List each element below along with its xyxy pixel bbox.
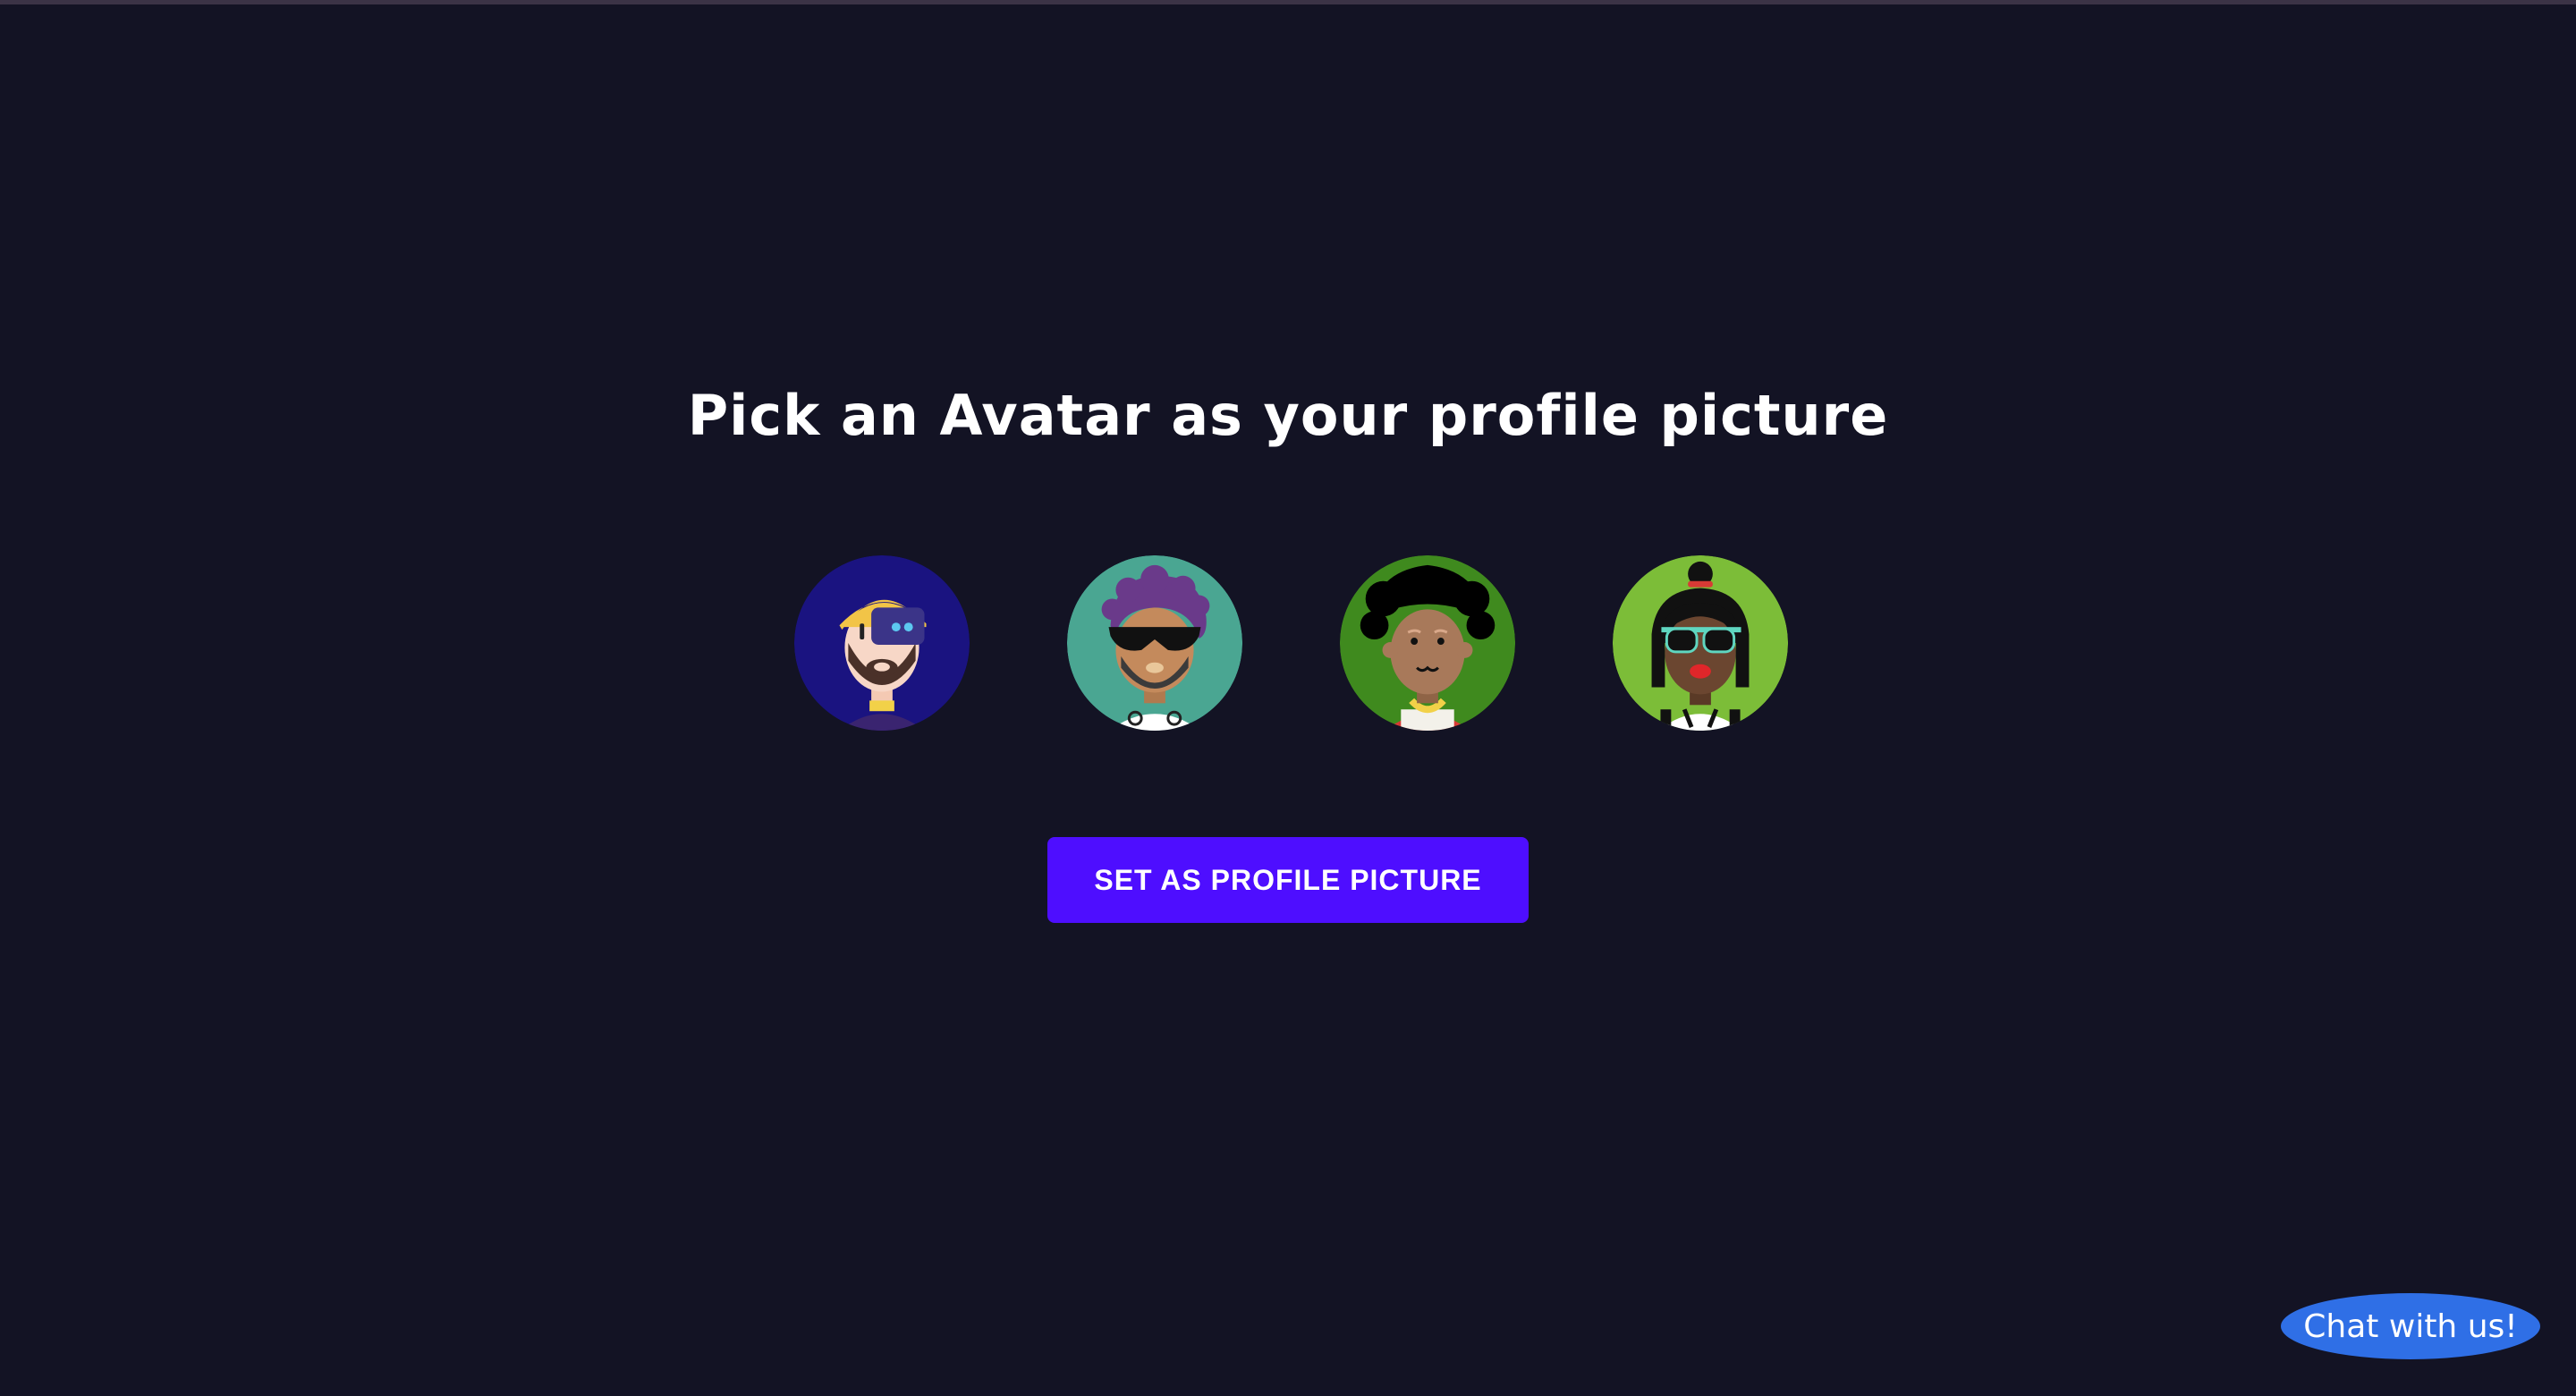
avatar-option-1[interactable] xyxy=(793,554,970,732)
avatar-list xyxy=(0,554,2576,733)
top-border xyxy=(0,0,2576,4)
avatar-4-icon xyxy=(1612,554,1789,732)
chat-with-us-button[interactable]: Chat with us! xyxy=(2281,1293,2540,1359)
avatar-option-3[interactable] xyxy=(1339,554,1516,732)
avatar-option-4[interactable] xyxy=(1612,554,1789,732)
avatar-picker-page: Pick an Avatar as your profile picture S… xyxy=(0,0,2576,1396)
avatar-1-icon xyxy=(793,554,970,732)
set-profile-picture-button[interactable]: SET AS PROFILE PICTURE xyxy=(1047,837,1529,923)
avatar-option-2[interactable] xyxy=(1066,554,1243,732)
page-title: Pick an Avatar as your profile picture xyxy=(687,383,1889,448)
avatar-2-icon xyxy=(1066,554,1243,732)
avatar-3-icon xyxy=(1339,554,1516,732)
